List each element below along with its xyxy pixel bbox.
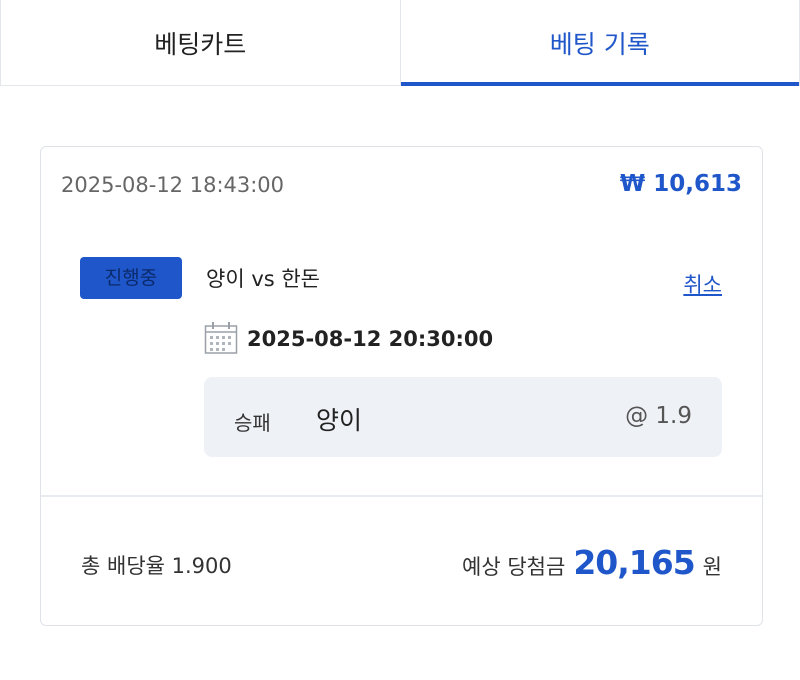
pick-box: 승패 양이 @ 1.9 xyxy=(204,377,722,457)
pick-selection: 양이 xyxy=(316,406,363,435)
payout-amount: 20,165 xyxy=(573,543,695,582)
match-datetime: 2025-08-12 20:30:00 xyxy=(247,327,494,351)
pick-odds: @ 1.9 xyxy=(625,403,692,429)
match-title: 양이 vs 한돈 xyxy=(206,267,320,291)
bet-card: 2025-08-12 18:43:00 ₩ 10,613 진행중 양이 vs 한… xyxy=(40,146,763,626)
tab-betting-cart[interactable]: 베팅카트 xyxy=(0,0,400,85)
bet-placed-time: 2025-08-12 18:43:00 xyxy=(61,173,285,197)
payout-unit: 원 xyxy=(702,555,722,579)
cancel-link[interactable]: 취소 xyxy=(683,269,722,299)
tab-betting-history[interactable]: 베팅 기록 xyxy=(399,0,800,86)
status-badge: 진행중 xyxy=(80,257,182,299)
pick-market: 승패 xyxy=(234,411,271,435)
payout-label: 예상 당첨금 xyxy=(462,555,566,579)
divider xyxy=(41,495,762,497)
tab-bar: 베팅카트 베팅 기록 xyxy=(0,0,800,86)
bet-stake: ₩ 10,613 xyxy=(619,171,742,197)
total-odds: 총 배당율 1.900 xyxy=(81,554,232,578)
expected-payout: 예상 당첨금 20,165 원 xyxy=(462,543,722,582)
calendar-icon xyxy=(204,322,238,354)
